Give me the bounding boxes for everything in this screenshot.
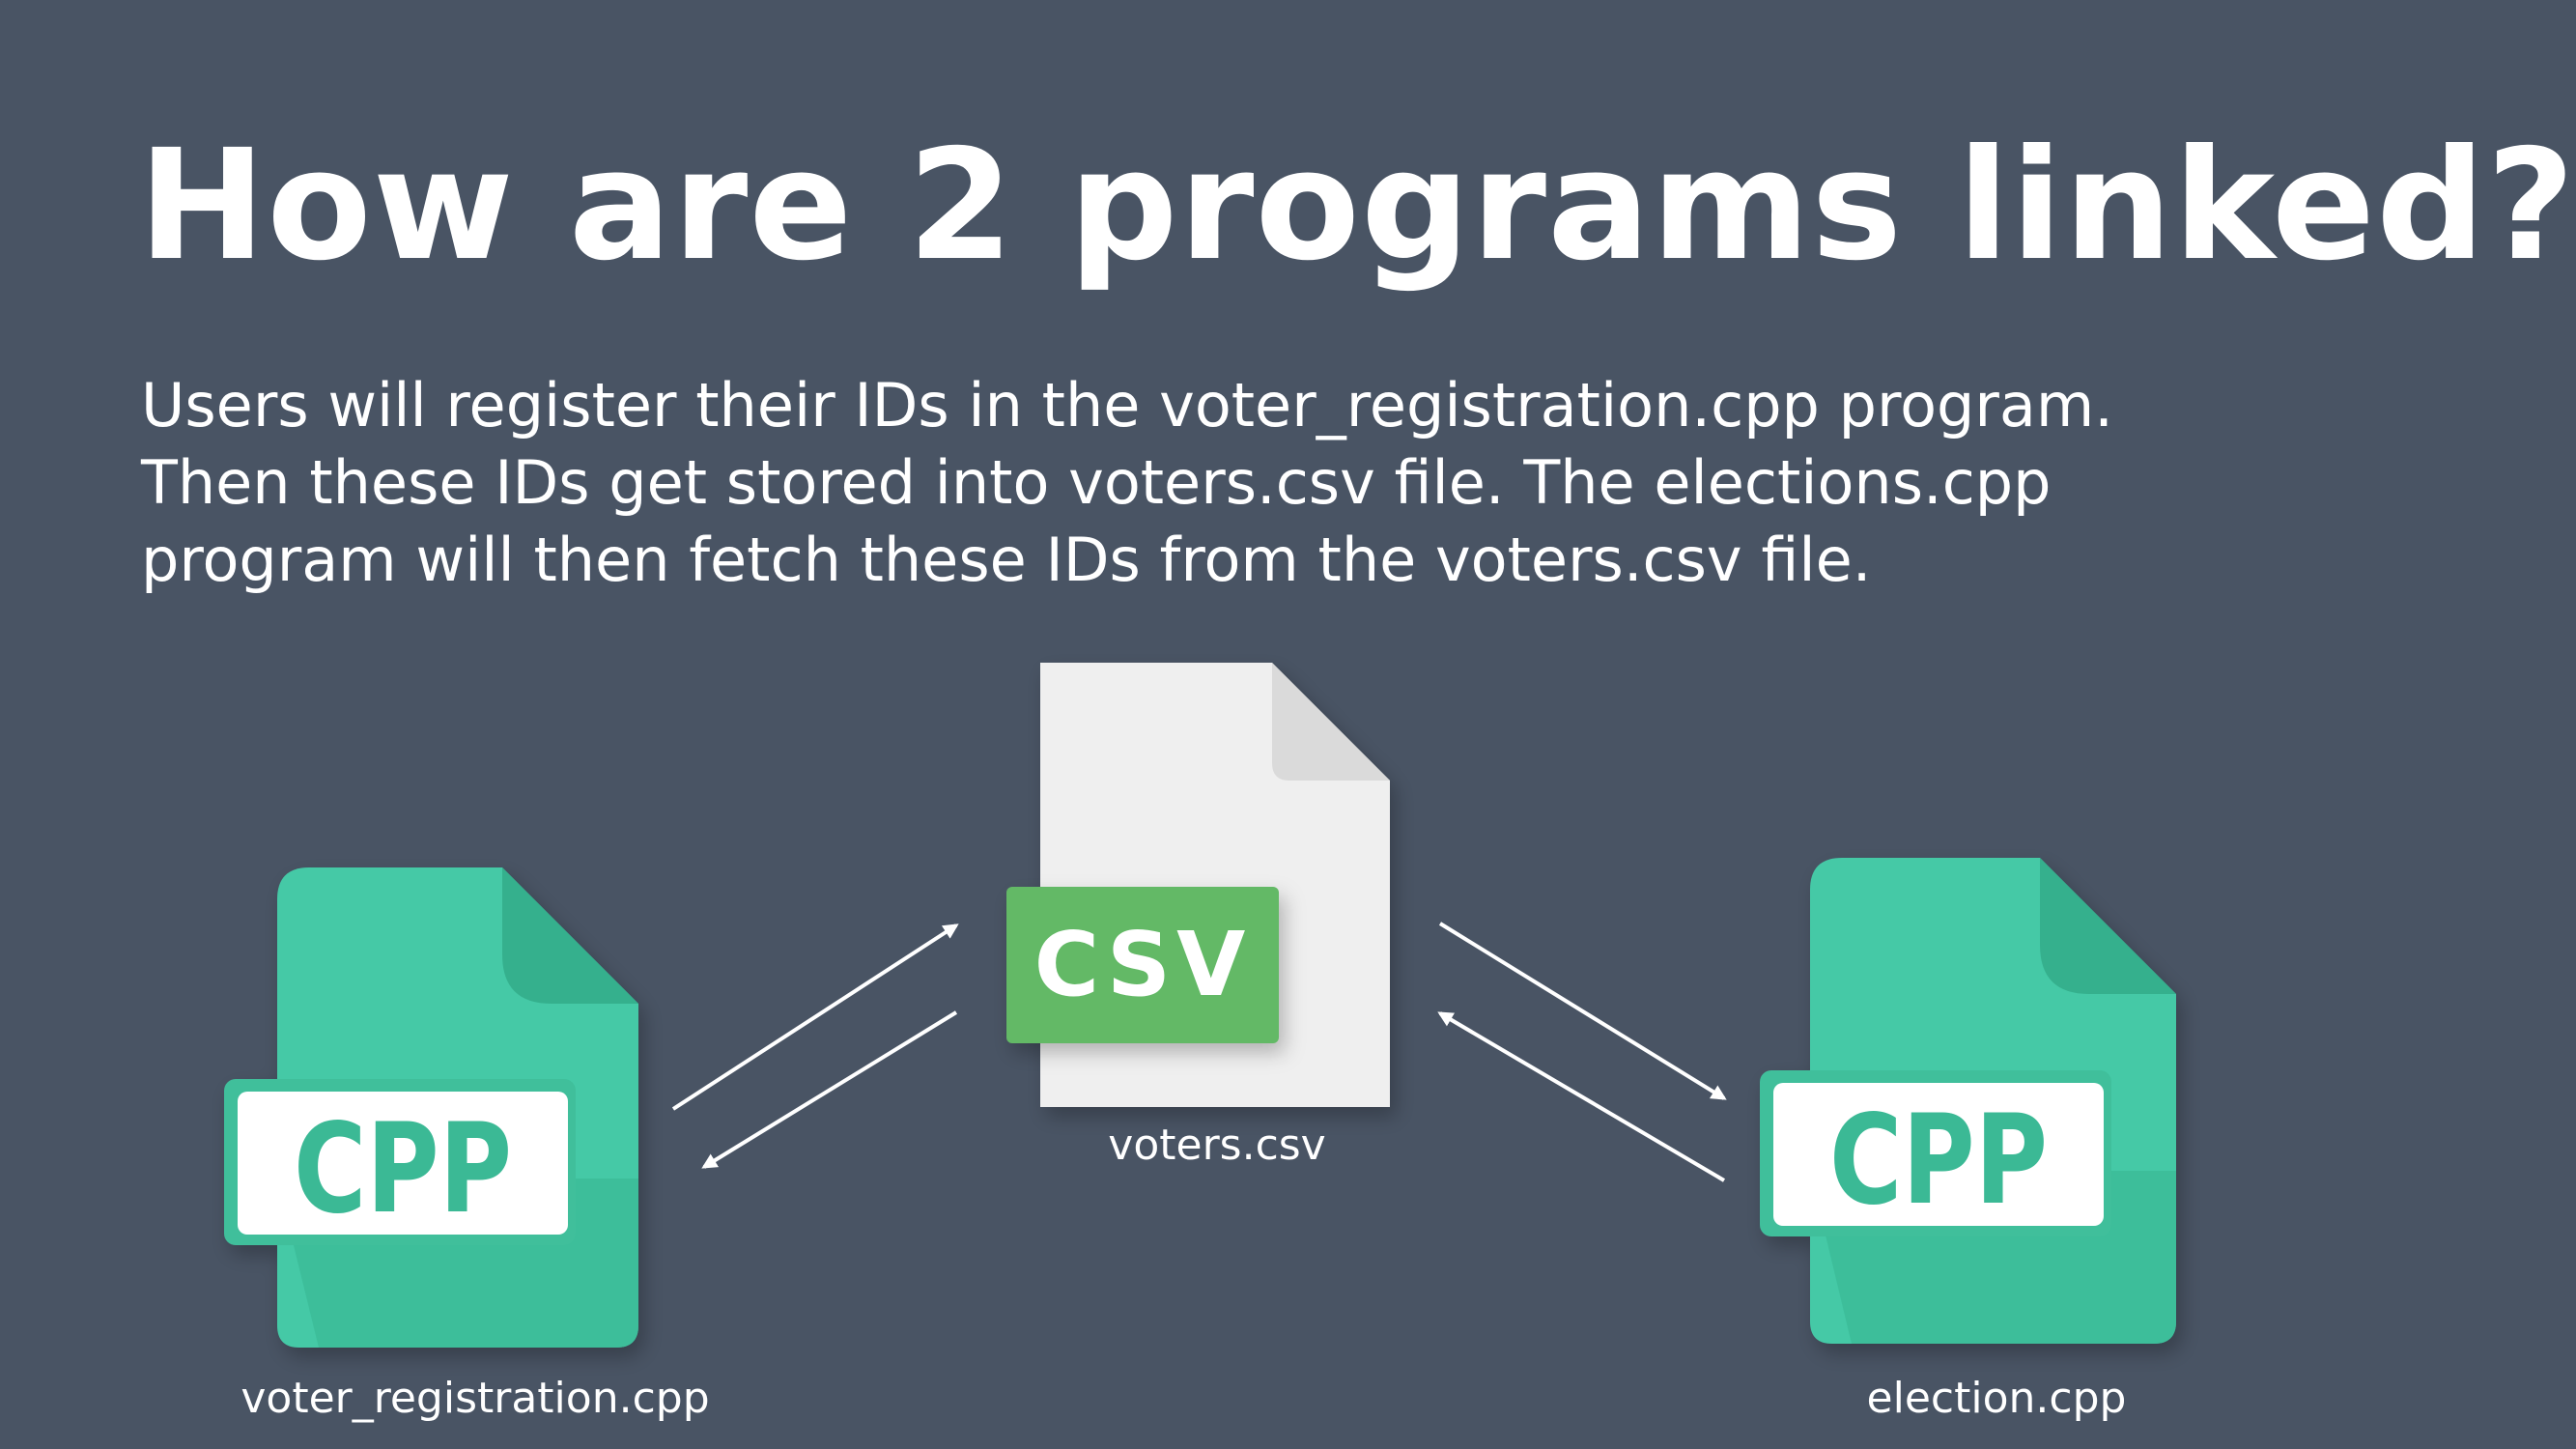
filename-voters-csv: voters.csv: [1108, 1121, 1326, 1170]
arrow-csv-to-registration: [701, 1010, 958, 1169]
csv-file-fold: [1272, 663, 1390, 781]
cpp-file-icon: CPP: [1760, 858, 2176, 1344]
filename-election: election.cpp: [1866, 1374, 2127, 1423]
cpp-badge-label: CPP: [1829, 1089, 2048, 1233]
filename-voter-registration: voter_registration.cpp: [241, 1374, 710, 1423]
arrow-election-to-csv: [1437, 1011, 1726, 1182]
csv-file-icon: CSV: [1006, 663, 1390, 1107]
file-link-diagram: CPP CSV CPP: [224, 663, 2176, 1348]
arrow-registration-to-csv: [671, 923, 959, 1111]
cpp-badge-label: CPP: [294, 1097, 512, 1241]
cpp-file-icon: CPP: [224, 867, 638, 1348]
slide: How are 2 programs linked? Users will re…: [0, 0, 2576, 1449]
csv-badge-label: CSV: [1034, 913, 1252, 1016]
cpp-file-fold: [502, 867, 638, 1004]
cpp-file-fold: [2040, 858, 2176, 994]
arrow-csv-to-election: [1438, 922, 1727, 1100]
